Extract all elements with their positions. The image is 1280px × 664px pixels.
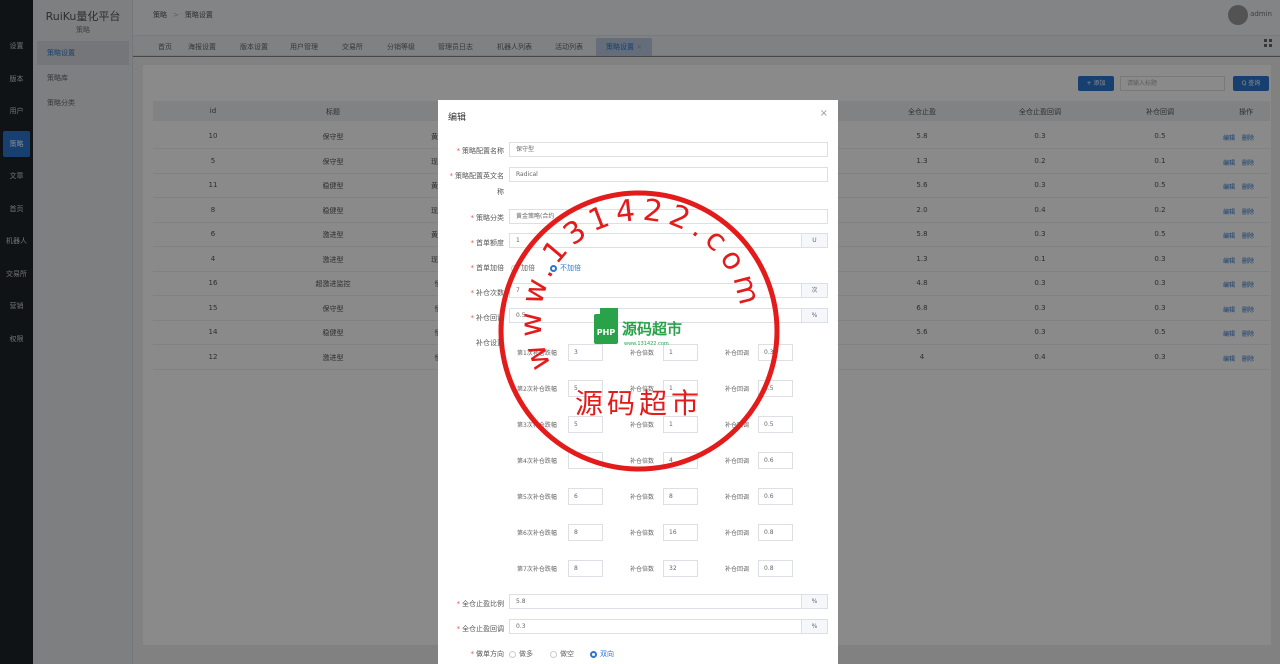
unit-suffix: %	[801, 595, 827, 608]
step-callback-label: 补仓回调	[725, 530, 750, 537]
unit-suffix: %	[801, 309, 827, 322]
step-drop-input[interactable]: 5	[568, 380, 603, 397]
strategy-en-name-input[interactable]: Radical	[509, 167, 828, 182]
step-multiple-input[interactable]: 16	[663, 524, 698, 541]
radio-short[interactable]: 做空	[550, 649, 574, 659]
unit-suffix: %	[801, 620, 827, 633]
step-multiple-input[interactable]: 1	[663, 344, 698, 361]
field-label: * 做单方向	[470, 650, 505, 658]
input-value: 0.5	[516, 312, 526, 319]
step-drop-label: 第4次补仓跌幅	[517, 458, 557, 465]
step-drop-input[interactable]: 3	[568, 344, 603, 361]
radio-label: 做多	[519, 650, 533, 658]
unit-suffix: 次	[801, 284, 827, 297]
radio-icon	[550, 264, 557, 272]
step-multiple-input[interactable]: 1	[663, 416, 698, 433]
step-drop-input[interactable]: 8	[568, 524, 603, 541]
field-label: * 首单额度	[470, 239, 505, 247]
unit-suffix: U	[801, 234, 827, 247]
step-callback-label: 补仓回调	[725, 422, 750, 429]
step-drop-input[interactable]: 5	[568, 416, 603, 433]
radio-icon	[550, 650, 557, 658]
step-multiple-input[interactable]: 8	[663, 488, 698, 505]
step-multiple-label: 补仓倍数	[630, 422, 655, 429]
step-multiple-input[interactable]: 1	[663, 380, 698, 397]
input-value: 7	[516, 287, 520, 294]
step-callback-input[interactable]: 0.3	[758, 344, 793, 361]
step-drop-input[interactable]: 8	[568, 560, 603, 577]
step-drop-label: 第2次补仓跌幅	[517, 386, 557, 393]
field-label: * 全仓止盈回调	[456, 625, 505, 633]
input-value: 5.8	[516, 598, 526, 605]
field-label: * 策略配置英文名	[449, 172, 505, 180]
step-callback-label: 补仓回调	[725, 386, 750, 393]
field-label: * 补仓回调	[470, 314, 505, 322]
step-multiple-label: 补仓倍数	[630, 458, 655, 465]
step-callback-input[interactable]: 0.6	[758, 452, 793, 469]
step-callback-label: 补仓回调	[725, 350, 750, 357]
field-label: * 策略配置名称	[456, 147, 505, 155]
step-drop-label: 第1次补仓跌幅	[517, 350, 557, 357]
step-multiple-label: 补仓倍数	[630, 386, 655, 393]
input-value: 1	[516, 237, 520, 244]
field-label: * 首单加倍	[470, 264, 505, 272]
input-value: 0.3	[516, 623, 526, 630]
step-drop-label: 第6次补仓跌幅	[517, 530, 557, 537]
radio-label: 双向	[600, 650, 614, 658]
take-profit-callback-input[interactable]: 0.3%	[509, 619, 828, 634]
radio-label: 做空	[560, 650, 574, 658]
edit-dialog: 编辑 × * 策略配置名称 保守型 * 策略配置英文名 称 Radical * 策略分…	[438, 100, 838, 664]
step-callback-input[interactable]: 0.6	[758, 488, 793, 505]
step-multiple-label: 补仓倍数	[630, 350, 655, 357]
step-drop-label: 第7次补仓跌幅	[517, 566, 557, 573]
radio-label: 加倍	[521, 264, 535, 272]
step-callback-label: 补仓回调	[725, 566, 750, 573]
step-callback-label: 补仓回调	[725, 494, 750, 501]
step-callback-input[interactable]: 0.5	[758, 380, 793, 397]
radio-long[interactable]: 做多	[509, 649, 533, 659]
step-drop-input[interactable]: 6	[568, 488, 603, 505]
radio-double[interactable]: 加倍	[511, 263, 535, 273]
field-label: * 策略分类	[470, 214, 505, 222]
radio-no-double[interactable]: 不加倍	[550, 263, 581, 273]
field-label: * 补仓次数	[470, 289, 505, 297]
step-drop-label: 第3次补仓跌幅	[517, 422, 557, 429]
radio-both[interactable]: 双向	[590, 649, 614, 659]
step-drop-label: 第5次补仓跌幅	[517, 494, 557, 501]
step-multiple-label: 补仓倍数	[630, 530, 655, 537]
step-callback-input[interactable]: 0.8	[758, 560, 793, 577]
radio-label: 不加倍	[560, 264, 581, 272]
add-position-callback-input[interactable]: 0.5%	[509, 308, 828, 323]
radio-icon	[590, 650, 597, 658]
step-drop-input[interactable]	[568, 452, 603, 469]
radio-icon	[511, 264, 518, 272]
add-position-count-input[interactable]: 7次	[509, 283, 828, 298]
strategy-name-input[interactable]: 保守型	[509, 142, 828, 157]
close-icon[interactable]: ×	[820, 108, 828, 119]
dialog-title: 编辑	[448, 113, 467, 123]
field-label-wrap: 称	[497, 188, 504, 196]
first-order-amount-input[interactable]: 1U	[509, 233, 828, 248]
step-multiple-label: 补仓倍数	[630, 566, 655, 573]
take-profit-ratio-input[interactable]: 5.8%	[509, 594, 828, 609]
step-multiple-label: 补仓倍数	[630, 494, 655, 501]
field-label: * 全仓止盈比例	[456, 600, 505, 608]
step-multiple-input[interactable]: 32	[663, 560, 698, 577]
radio-icon	[509, 650, 516, 658]
step-callback-input[interactable]: 0.5	[758, 416, 793, 433]
field-label: 补仓设置	[476, 339, 504, 347]
step-callback-label: 补仓回调	[725, 458, 750, 465]
step-multiple-input[interactable]: 4	[663, 452, 698, 469]
category-select[interactable]: 黄金策略(合约	[509, 209, 828, 224]
step-callback-input[interactable]: 0.8	[758, 524, 793, 541]
